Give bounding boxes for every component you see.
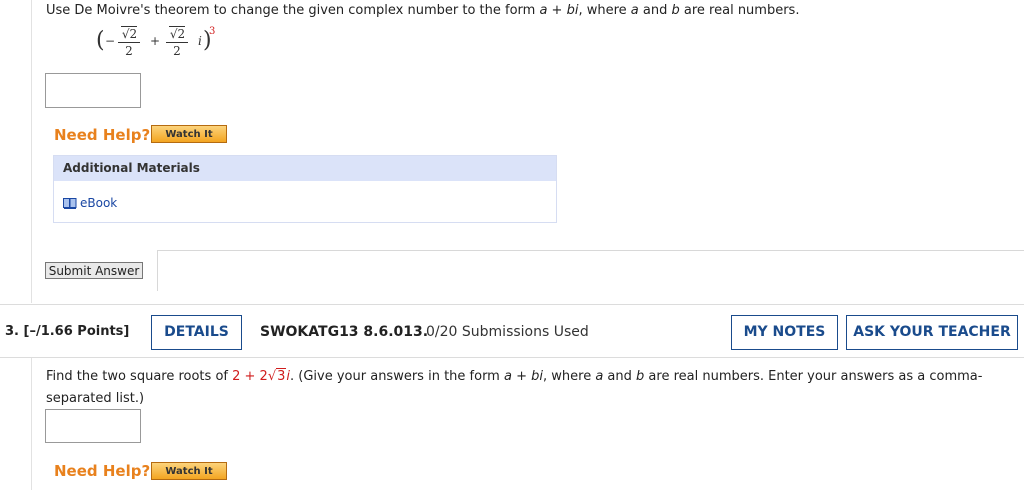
sqrt-2: √2 [120, 26, 138, 41]
q3-where: , where [543, 369, 596, 384]
answer-input-q2[interactable] [45, 73, 141, 108]
book-icon [63, 197, 77, 209]
watch-it-button-q3[interactable]: Watch It [151, 462, 227, 480]
question-left-rule [31, 0, 32, 303]
question-2-instruction: Use De Moivre's theorem to change the gi… [46, 3, 799, 18]
var-bi: bi [566, 3, 579, 18]
question-3-number: 3. [–/1.66 Points] [5, 324, 130, 339]
question-3-left-rule [31, 358, 32, 490]
fraction-2-denominator: 2 [173, 44, 181, 58]
q3-radicand: 3 [276, 368, 287, 384]
additional-materials-panel: Additional Materials eBook [53, 155, 557, 223]
q3-expression: 2 + 2√3i [232, 368, 291, 384]
need-help-label: Need Help? [54, 126, 151, 144]
details-button[interactable]: DETAILS [151, 315, 242, 350]
imaginary-i: i [198, 34, 202, 48]
fraction-1: √2 2 [118, 26, 140, 58]
submit-area-frame [157, 250, 1024, 291]
fraction-2-numerator: √2 [166, 26, 188, 43]
exponent: 3 [209, 26, 216, 37]
question-3-header: 3. [–/1.66 Points] DETAILS SWOKATG13 8.6… [0, 304, 1024, 358]
watch-it-button[interactable]: Watch It [151, 125, 227, 143]
ebook-link[interactable]: eBook [63, 196, 117, 210]
submissions-used: 0/20 Submissions Used [426, 324, 589, 340]
answer-input-q3[interactable] [45, 409, 141, 443]
fraction-1-numerator: √2 [118, 26, 140, 43]
var-b: b [671, 3, 680, 18]
q3-expr-a: 2 + 2 [232, 369, 268, 384]
ebook-label: eBook [80, 196, 118, 210]
instruction-text-mid: , where [578, 3, 631, 18]
fraction-2: √2 2 [166, 26, 188, 58]
q3-text-pre: Find the two square roots of [46, 369, 233, 384]
plus-sign-math: + [150, 34, 161, 48]
plus-sign: + [547, 3, 567, 18]
q3-var-bi: bi [531, 369, 543, 384]
question-3-instruction: Find the two square roots of 2 + 2√3i. (… [46, 366, 1016, 410]
var-a-2: a [630, 3, 639, 18]
and-text: and [638, 3, 672, 18]
q3-plus: + [511, 369, 532, 384]
sqrt-2-b: √2 [168, 26, 186, 41]
instruction-text: Use De Moivre's theorem to change the gi… [46, 3, 540, 18]
additional-materials-header: Additional Materials [54, 156, 556, 181]
need-help-label-q3: Need Help? [54, 462, 151, 480]
my-notes-button[interactable]: MY NOTES [731, 315, 838, 350]
submit-answer-button[interactable]: Submit Answer [45, 262, 143, 279]
q3-var-a: a [503, 369, 512, 384]
fraction-1-denominator: 2 [125, 44, 133, 58]
instruction-text-end: are real numbers. [679, 3, 800, 18]
q3-text-post: . (Give your answers in the form [290, 369, 504, 384]
open-paren: ( [96, 28, 105, 53]
question-code: SWOKATG13 8.6.013. [260, 324, 429, 340]
minus-sign: − [105, 34, 116, 48]
q3-and: and [603, 369, 637, 384]
ask-your-teacher-button[interactable]: ASK YOUR TEACHER [846, 315, 1018, 350]
